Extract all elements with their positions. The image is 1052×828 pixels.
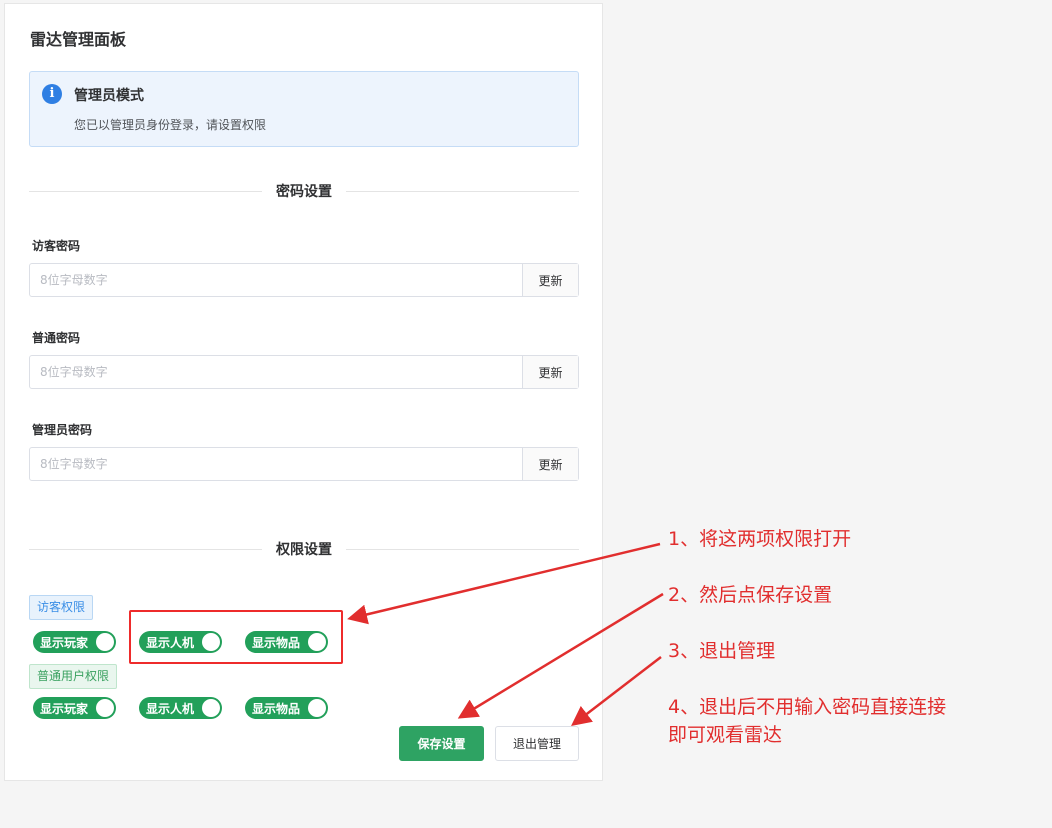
arrow-to-save xyxy=(457,592,664,719)
annotation-arrows xyxy=(347,542,664,727)
arrow-to-exit xyxy=(571,656,662,727)
arrow-to-switches xyxy=(347,542,661,625)
